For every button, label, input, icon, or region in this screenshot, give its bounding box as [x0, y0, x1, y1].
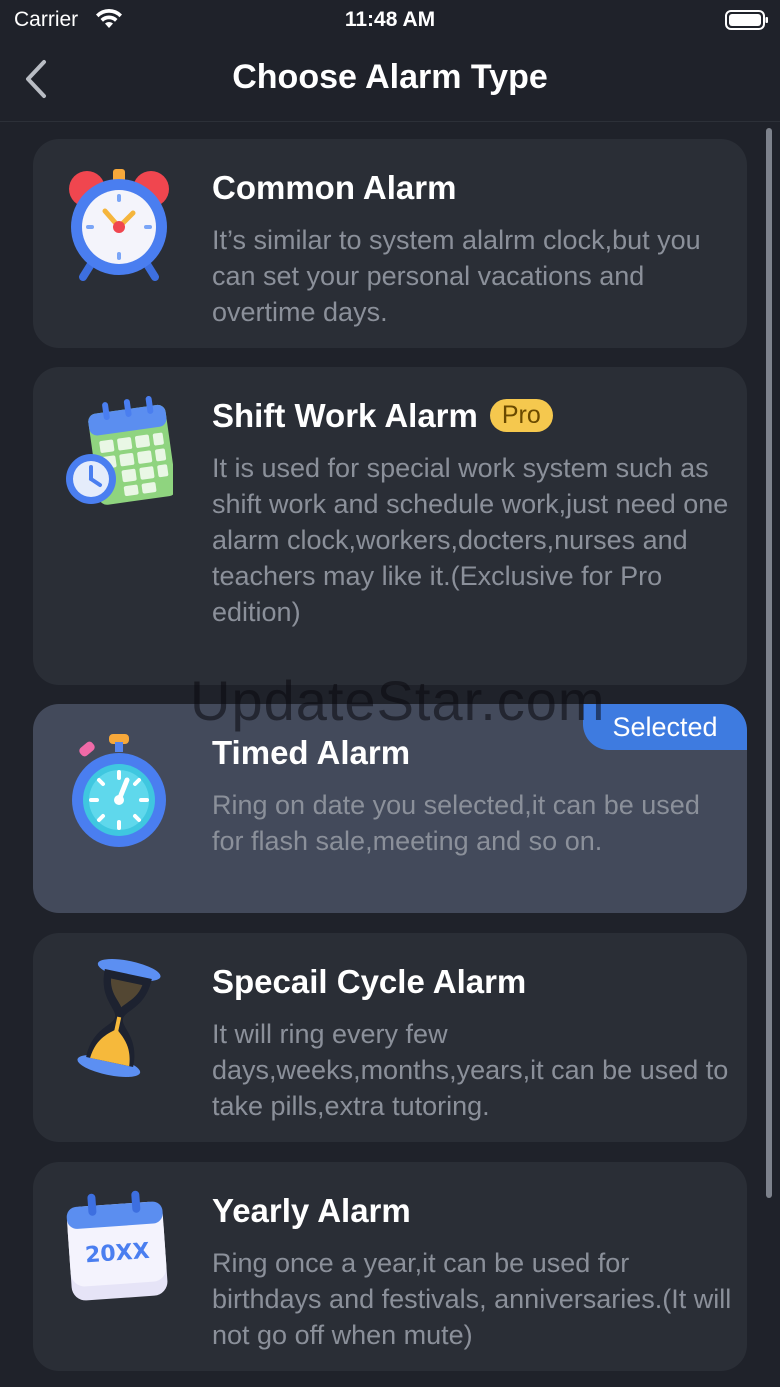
card-title: Common Alarm [212, 169, 457, 206]
alarm-type-card-yearly[interactable]: 20XX Yearly Alarm Ring once a year,it ca… [33, 1162, 747, 1371]
card-title: Yearly Alarm [212, 1192, 411, 1229]
navigation-bar: Choose Alarm Type [0, 40, 780, 122]
alarm-type-card-common[interactable]: Common Alarm It’s similar to system alal… [33, 139, 747, 348]
card-description: Ring on date you selected,it can be used… [212, 790, 700, 856]
scrollbar[interactable] [766, 128, 772, 1198]
card-description: It will ring every few days,weeks,months… [212, 1019, 729, 1121]
calendar-year-text: 20XX [84, 1239, 150, 1268]
calendar-clock-icon [66, 396, 173, 505]
alarm-type-card-timed[interactable]: Selected Timed Alarm Ring on date you se… [33, 704, 747, 913]
selected-badge: Selected [583, 704, 747, 750]
status-time: 11:48 AM [344, 8, 436, 31]
battery-icon [725, 10, 768, 30]
card-description: It’s similar to system alalrm clock,but … [212, 225, 701, 327]
pro-badge: Pro [489, 399, 553, 432]
alarm-type-card-special-cycle[interactable]: Specail Cycle Alarm It will ring every f… [33, 933, 747, 1142]
alarm-type-card-shift-work[interactable]: Shift Work Alarm Pro It is used for speci… [33, 367, 747, 685]
card-description: Ring once a year,it can be used for birt… [212, 1248, 732, 1350]
hourglass-icon [77, 959, 161, 1077]
yearly-calendar-icon: 20XX [66, 1190, 168, 1301]
card-description: It is used for special work system such … [212, 453, 729, 627]
alarm-clock-icon [69, 169, 169, 281]
status-bar: Carrier 11:48 AM [0, 0, 780, 40]
page-title: Choose Alarm Type [232, 58, 548, 96]
card-title: Timed Alarm [212, 734, 411, 771]
card-title-text: Shift Work Alarm [212, 397, 478, 434]
card-title: Specail Cycle Alarm [212, 963, 527, 1000]
stopwatch-icon [72, 734, 166, 847]
card-title: Shift Work Alarm Pro [212, 397, 553, 435]
